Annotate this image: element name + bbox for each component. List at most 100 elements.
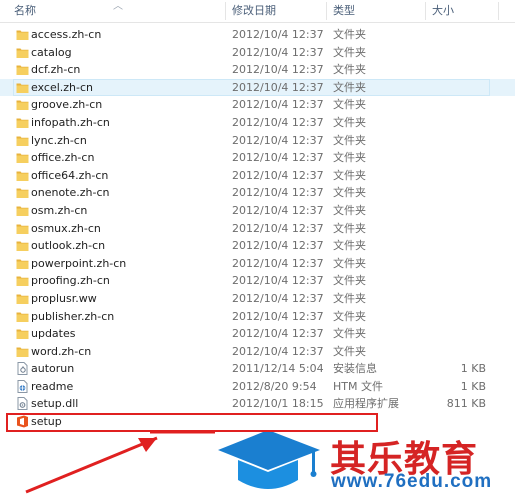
- file-row[interactable]: autorun 2011/12/14 5:04 安装信息 1 KB: [0, 360, 515, 378]
- file-modified-date: 2012/10/4 12:37: [232, 344, 324, 358]
- column-header-name-label: 名称: [14, 4, 36, 17]
- dll-file-icon: [16, 397, 29, 411]
- file-modified-date: 2012/10/4 12:37: [232, 291, 324, 305]
- file-row[interactable]: osm.zh-cn 2012/10/4 12:37 文件夹: [0, 202, 515, 220]
- file-row[interactable]: word.zh-cn 2012/10/4 12:37 文件夹: [0, 343, 515, 361]
- folder-icon: [16, 274, 29, 287]
- sort-ascending-icon: ︿: [113, 1, 123, 12]
- column-header-date[interactable]: 修改日期: [228, 0, 326, 22]
- file-modified-date: 2012/10/4 12:37: [232, 115, 324, 129]
- file-type: 文件夹: [333, 256, 366, 270]
- file-name: powerpoint.zh-cn: [31, 256, 127, 270]
- file-type: 文件夹: [333, 203, 366, 217]
- file-modified-date: 2012/10/4 12:37: [232, 239, 324, 253]
- folder-icon: [16, 46, 29, 59]
- file-type: 文件夹: [333, 344, 366, 358]
- red-arrow-icon: [25, 436, 158, 494]
- file-row[interactable]: office64.zh-cn 2012/10/4 12:37 文件夹: [0, 167, 515, 185]
- column-header-bar: 名称 ︿ 修改日期 类型 大小: [0, 0, 515, 23]
- column-header-size[interactable]: 大小: [428, 0, 498, 22]
- file-row[interactable]: catalog 2012/10/4 12:37 文件夹: [0, 44, 515, 62]
- file-type: 文件夹: [333, 45, 366, 59]
- file-row[interactable]: dcf.zh-cn 2012/10/4 12:37 文件夹: [0, 61, 515, 79]
- file-row[interactable]: setup.dll 2012/10/1 18:15 应用程序扩展 811 KB: [0, 395, 515, 413]
- file-modified-date: 2012/8/20 9:54: [232, 379, 317, 393]
- file-size: 1 KB: [460, 379, 486, 393]
- file-name: readme: [31, 379, 74, 393]
- file-modified-date: 2012/10/4 12:37: [232, 327, 324, 341]
- folder-icon: [16, 134, 29, 147]
- htm-file-icon: [16, 379, 29, 393]
- folder-icon: [16, 116, 29, 129]
- file-row[interactable]: proplusr.ww 2012/10/4 12:37 文件夹: [0, 290, 515, 308]
- file-row[interactable]: publisher.zh-cn 2012/10/4 12:37 文件夹: [0, 308, 515, 326]
- file-modified-date: 2012/10/4 12:37: [232, 98, 324, 112]
- folder-icon: [16, 345, 29, 358]
- file-name: office64.zh-cn: [31, 168, 109, 182]
- file-modified-date: 2012/10/4 12:37: [232, 186, 324, 200]
- column-divider[interactable]: [425, 2, 426, 20]
- file-row[interactable]: lync.zh-cn 2012/10/4 12:37 文件夹: [0, 132, 515, 150]
- file-modified-date: 2012/10/4 12:37: [232, 221, 324, 235]
- folder-icon: [16, 151, 29, 164]
- folder-icon: [16, 81, 29, 94]
- file-type: 文件夹: [333, 186, 366, 200]
- file-name: osmux.zh-cn: [31, 221, 101, 235]
- file-name: infopath.zh-cn: [31, 115, 110, 129]
- file-type: 文件夹: [333, 151, 366, 165]
- file-type: 应用程序扩展: [333, 397, 399, 411]
- file-list: access.zh-cn 2012/10/4 12:37 文件夹 catalog 201…: [0, 26, 515, 431]
- file-size: 811 KB: [446, 397, 486, 411]
- file-row[interactable]: access.zh-cn 2012/10/4 12:37 文件夹: [0, 26, 515, 44]
- file-modified-date: 2012/10/4 12:37: [232, 168, 324, 182]
- file-name: word.zh-cn: [31, 344, 92, 358]
- folder-icon: [16, 204, 29, 217]
- graduation-cap-icon: [218, 432, 320, 489]
- file-row[interactable]: excel.zh-cn 2012/10/4 12:37 文件夹: [0, 78, 515, 97]
- file-name: excel.zh-cn: [31, 80, 93, 94]
- file-type: 安装信息: [333, 362, 377, 376]
- file-type: 文件夹: [333, 291, 366, 305]
- file-name: publisher.zh-cn: [31, 309, 115, 323]
- file-name: groove.zh-cn: [31, 98, 103, 112]
- file-row[interactable]: groove.zh-cn 2012/10/4 12:37 文件夹: [0, 96, 515, 114]
- file-name: proplusr.ww: [31, 291, 97, 305]
- file-type: 文件夹: [333, 274, 366, 288]
- file-type: 文件夹: [333, 133, 366, 147]
- file-type: 文件夹: [333, 168, 366, 182]
- column-divider[interactable]: [326, 2, 327, 20]
- file-name: office.zh-cn: [31, 151, 95, 165]
- folder-icon: [16, 63, 29, 76]
- file-row[interactable]: office.zh-cn 2012/10/4 12:37 文件夹: [0, 149, 515, 167]
- file-row[interactable]: readme 2012/8/20 9:54 HTM 文件 1 KB: [0, 378, 515, 396]
- file-name: autorun: [31, 362, 75, 376]
- file-name: osm.zh-cn: [31, 203, 88, 217]
- file-modified-date: 2012/10/4 12:37: [232, 28, 324, 41]
- file-name: proofing.zh-cn: [31, 274, 110, 288]
- file-row[interactable]: updates 2012/10/4 12:37 文件夹: [0, 325, 515, 343]
- file-type: 文件夹: [333, 115, 366, 129]
- folder-icon: [16, 327, 29, 340]
- file-modified-date: 2011/12/14 5:04: [232, 362, 324, 376]
- file-name: updates: [31, 327, 76, 341]
- file-modified-date: 2012/10/4 12:37: [232, 203, 324, 217]
- column-divider[interactable]: [498, 2, 499, 20]
- file-type: 文件夹: [333, 221, 366, 235]
- file-type: 文件夹: [333, 239, 366, 253]
- column-header-type[interactable]: 类型: [329, 0, 425, 22]
- column-divider[interactable]: [225, 2, 226, 20]
- file-modified-date: 2012/10/4 12:37: [232, 133, 324, 147]
- file-modified-date: 2012/10/1 18:15: [232, 397, 324, 411]
- file-name: lync.zh-cn: [31, 133, 87, 147]
- file-row[interactable]: osmux.zh-cn 2012/10/4 12:37 文件夹: [0, 220, 515, 238]
- file-name: dcf.zh-cn: [31, 63, 81, 77]
- file-row[interactable]: powerpoint.zh-cn 2012/10/4 12:37 文件夹: [0, 255, 515, 273]
- folder-icon: [16, 169, 29, 182]
- column-header-date-label: 修改日期: [232, 4, 276, 17]
- file-row[interactable]: proofing.zh-cn 2012/10/4 12:37 文件夹: [0, 272, 515, 290]
- file-row[interactable]: onenote.zh-cn 2012/10/4 12:37 文件夹: [0, 184, 515, 202]
- file-row[interactable]: infopath.zh-cn 2012/10/4 12:37 文件夹: [0, 114, 515, 132]
- file-name: catalog: [31, 45, 72, 59]
- file-row[interactable]: outlook.zh-cn 2012/10/4 12:37 文件夹: [0, 237, 515, 255]
- file-name: access.zh-cn: [31, 28, 102, 41]
